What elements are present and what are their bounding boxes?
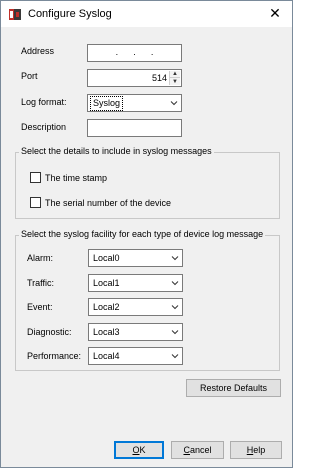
spin-down-icon[interactable]: ▼ <box>170 78 180 85</box>
port-stepper[interactable]: 514 ▲ ▼ <box>87 69 182 87</box>
traffic-label: Traffic: <box>27 278 55 288</box>
chevron-down-icon <box>171 256 179 261</box>
ip-dot-separators: ... <box>115 47 154 57</box>
log-format-label: Log format: <box>21 97 67 107</box>
chevron-down-icon <box>171 305 179 310</box>
description-input[interactable] <box>87 119 182 137</box>
port-spinner[interactable]: ▲ ▼ <box>169 71 180 85</box>
diagnostic-label: Diagnostic: <box>27 327 72 337</box>
serial-number-label: The serial number of the device <box>45 198 172 208</box>
timestamp-label: The time stamp <box>45 173 108 183</box>
event-facility-value: Local2 <box>93 302 120 312</box>
diagnostic-facility-value: Local3 <box>93 327 120 337</box>
restore-defaults-label: Restore Defaults <box>199 383 268 393</box>
facility-group-title: Select the syslog facility for each type… <box>19 229 266 239</box>
close-icon[interactable]: ✕ <box>267 5 283 21</box>
ok-button[interactable]: OK <box>114 441 164 459</box>
restore-defaults-button[interactable]: Restore Defaults <box>186 379 281 397</box>
title-bar[interactable]: Configure Syslog ✕ <box>1 1 292 27</box>
ok-mnemonic: O <box>132 445 140 455</box>
address-label: Address <box>21 46 55 56</box>
diagnostic-facility-select[interactable]: Local3 <box>88 323 183 341</box>
configure-syslog-dialog: Configure Syslog ✕ Address ... Port 514 … <box>0 0 293 468</box>
address-input[interactable]: ... <box>87 44 182 62</box>
event-label: Event: <box>27 302 53 312</box>
chevron-down-icon <box>171 330 179 335</box>
spin-up-icon[interactable]: ▲ <box>170 71 180 78</box>
port-value: 514 <box>151 73 167 83</box>
chevron-down-icon <box>171 281 179 286</box>
alarm-facility-select[interactable]: Local0 <box>88 249 183 267</box>
ok-label-rest: K <box>139 445 146 455</box>
traffic-facility-select[interactable]: Local1 <box>88 274 183 292</box>
details-group <box>15 152 280 219</box>
port-label: Port <box>21 71 38 81</box>
traffic-facility-value: Local1 <box>93 278 120 288</box>
alarm-label: Alarm: <box>27 253 54 263</box>
cancel-label-rest: ancel <box>189 445 212 455</box>
chevron-down-icon <box>171 354 179 359</box>
watchguard-app-icon <box>8 8 22 21</box>
serial-number-checkbox[interactable] <box>30 197 41 208</box>
event-facility-select[interactable]: Local2 <box>88 298 183 316</box>
log-format-value: Syslog <box>90 96 124 111</box>
details-group-title: Select the details to include in syslog … <box>19 146 214 156</box>
description-label: Description <box>21 122 67 132</box>
window-title: Configure Syslog <box>28 8 112 20</box>
timestamp-checkbox[interactable] <box>30 172 41 183</box>
performance-facility-value: Local4 <box>93 351 120 361</box>
help-button[interactable]: Help <box>230 441 282 459</box>
performance-label: Performance: <box>27 351 82 361</box>
performance-facility-select[interactable]: Local4 <box>88 347 183 365</box>
log-format-select[interactable]: Syslog <box>87 94 182 112</box>
alarm-facility-value: Local0 <box>93 253 120 263</box>
cancel-button[interactable]: Cancel <box>171 441 224 459</box>
chevron-down-icon <box>170 101 178 106</box>
help-label-rest: elp <box>253 445 266 455</box>
